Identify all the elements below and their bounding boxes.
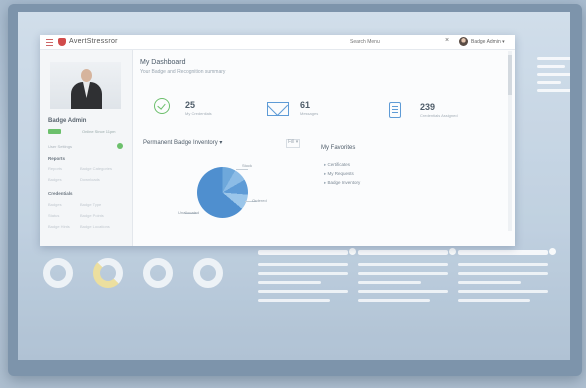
- sidebar-section-reports: Reports: [48, 156, 66, 161]
- pie-leader-line: [236, 169, 248, 170]
- profile-name: Badge Admin: [48, 118, 87, 124]
- scrollbar[interactable]: [508, 51, 512, 231]
- background-donut-chart: [193, 258, 223, 288]
- favorites-title: My Favorites: [321, 145, 356, 151]
- stat-value: 25: [185, 100, 196, 110]
- page-subtitle: Your Badge and Recognition summary: [140, 69, 226, 75]
- background-text-column: [458, 248, 556, 308]
- sidebar-item[interactable]: Reports: [48, 166, 62, 171]
- stat-value: 239: [420, 102, 436, 112]
- sidebar-section-credentials: Credentials: [48, 191, 73, 196]
- sidebar-item[interactable]: Downloads: [80, 177, 100, 182]
- avatar[interactable]: [459, 37, 468, 46]
- inventory-panel-title[interactable]: Permanent Badge Inventory ▾: [143, 139, 222, 146]
- favorite-link[interactable]: Badge Inventory: [324, 180, 361, 186]
- favorite-link[interactable]: Certificates: [324, 162, 351, 168]
- brand-name: AvertStressror: [69, 38, 118, 45]
- profile-photo: [50, 62, 121, 109]
- background-donut-chart: [43, 258, 73, 288]
- mail-icon: [267, 102, 289, 116]
- pie-label: Stock: [242, 163, 253, 168]
- online-indicator: [117, 143, 123, 149]
- online-status-text: Online Since 11pm: [82, 129, 116, 134]
- hamburger-menu-icon[interactable]: [46, 39, 53, 46]
- pie-label: Ordered: [252, 198, 267, 203]
- page-title: My Dashboard: [140, 59, 186, 66]
- shield-logo-icon: [58, 38, 66, 46]
- sidebar-item[interactable]: Status: [48, 213, 59, 218]
- scroll-thumb[interactable]: [508, 55, 512, 95]
- sidebar-item[interactable]: Badge Locations: [80, 224, 110, 229]
- stat-label: Credentials Assigned: [420, 113, 458, 118]
- background-donut-chart: [143, 258, 173, 288]
- sidebar-item-settings[interactable]: User Settings: [48, 144, 72, 149]
- sidebar: Badge Admin Online Since 11pm User Setti…: [40, 50, 133, 246]
- sidebar-item[interactable]: Badge Hints: [48, 224, 70, 229]
- sidebar-item[interactable]: Badge Type: [80, 202, 101, 207]
- inventory-filter-label: Fill ▾: [288, 139, 299, 145]
- check-circle-icon: [154, 98, 170, 114]
- favorite-link[interactable]: My Requests: [324, 171, 354, 177]
- sidebar-item[interactable]: Badges: [48, 202, 62, 207]
- top-navigation-bar: AvertStressror × Badge Admin ▾: [40, 35, 515, 50]
- sidebar-item[interactable]: Badges: [48, 177, 62, 182]
- background-donut-chart: [93, 258, 123, 288]
- search-input[interactable]: [350, 38, 445, 46]
- status-badge: [48, 129, 61, 134]
- user-menu[interactable]: Badge Admin ▾: [471, 39, 505, 45]
- stat-label: Messages: [300, 111, 319, 116]
- close-icon[interactable]: ×: [445, 37, 449, 44]
- pie-label: Unallocated: [178, 210, 200, 215]
- inventory-pie-chart: [197, 167, 248, 218]
- document-icon: [389, 102, 401, 118]
- background-text-column: [258, 248, 356, 308]
- stat-label: My Credentials: [185, 111, 212, 116]
- background-right-panel: [537, 52, 570, 97]
- stat-value: 61: [300, 100, 311, 110]
- sidebar-item[interactable]: Badge Points: [80, 213, 104, 218]
- app-window: AvertStressror × Badge Admin ▾ Badge Adm…: [40, 35, 515, 246]
- sidebar-item[interactable]: Badge Categories: [80, 166, 112, 171]
- background-text-column: [358, 248, 456, 308]
